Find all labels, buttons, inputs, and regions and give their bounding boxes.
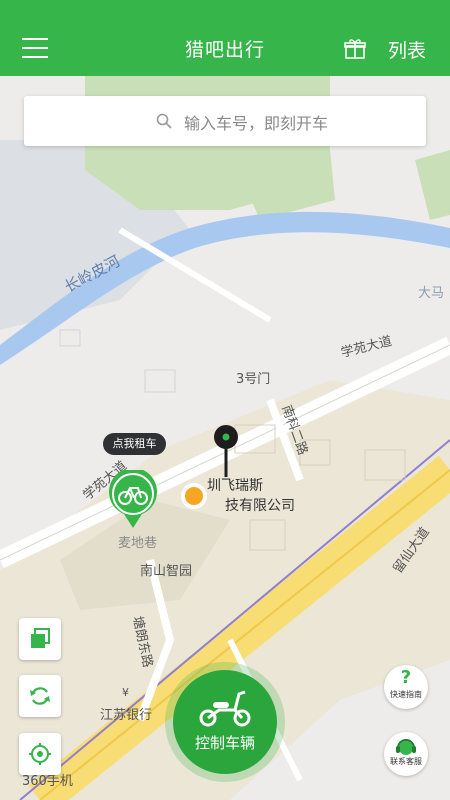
rent-bubble[interactable]: 点我租车	[103, 433, 166, 455]
map-label-gate: 3号门	[236, 372, 271, 387]
headset-icon	[396, 739, 416, 755]
app-title: 猎吧出行	[184, 39, 265, 61]
scooter-icon	[199, 690, 251, 727]
map-label-dama: 大马	[418, 286, 445, 301]
map-label-bank: 江苏银行	[100, 708, 153, 723]
layers-button[interactable]	[19, 618, 61, 660]
map-label-maidi: 麦地巷	[118, 536, 158, 551]
quick-guide-label: 快速指南	[390, 690, 422, 699]
company-label-line1: 圳飞瑞斯	[207, 478, 263, 494]
bike-marker-icon[interactable]	[108, 470, 158, 530]
refresh-button[interactable]	[19, 675, 61, 717]
question-icon: ?	[400, 667, 412, 688]
control-vehicle-button[interactable]: 控制车辆	[173, 670, 277, 774]
user-location-icon	[181, 483, 207, 509]
bank-icon: ¥	[122, 686, 129, 699]
quick-guide-button[interactable]: ? 快速指南	[384, 665, 428, 709]
layers-icon	[31, 628, 50, 648]
search-input[interactable]: 输入车号，即刻开车	[24, 96, 426, 146]
refresh-icon	[30, 687, 50, 705]
company-label-line2: 技有限公司	[225, 498, 295, 514]
locate-icon	[29, 743, 51, 765]
company-label: 圳飞瑞斯 技有限公司	[207, 476, 295, 516]
control-vehicle-label: 控制车辆	[194, 734, 255, 752]
customer-service-label: 联系客服	[390, 757, 422, 766]
search-icon	[156, 113, 172, 129]
map-label-park: 南山智园	[140, 564, 193, 579]
search-placeholder: 输入车号，即刻开车	[184, 114, 329, 133]
locate-button[interactable]	[19, 733, 61, 775]
top-bar: 猎吧出行 列表	[0, 0, 450, 76]
gift-icon[interactable]	[344, 38, 366, 60]
list-button[interactable]: 列表	[388, 36, 426, 63]
customer-service-button[interactable]: 联系客服	[384, 732, 428, 776]
location-pin-icon	[214, 425, 238, 477]
